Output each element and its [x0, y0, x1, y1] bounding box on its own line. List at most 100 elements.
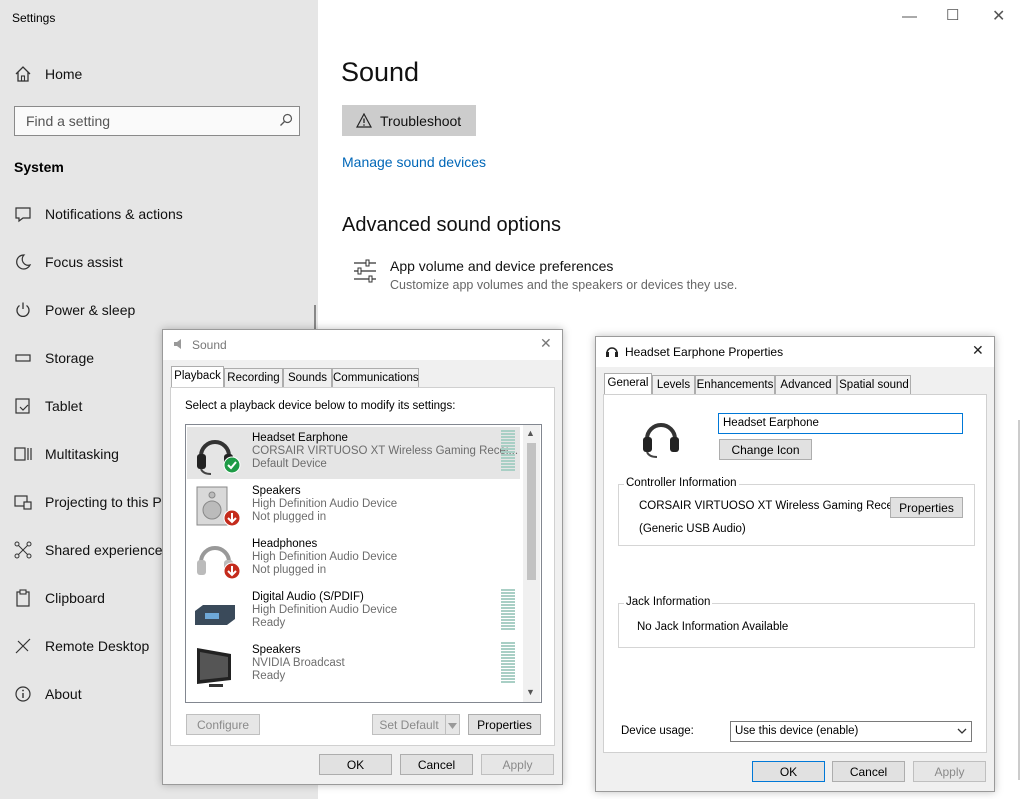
- device-name-input[interactable]: Headset Earphone: [718, 413, 963, 434]
- main-scrollbar[interactable]: [1018, 420, 1020, 780]
- device-status: Default Device: [252, 458, 327, 470]
- app-title: Settings: [12, 11, 56, 25]
- warning-icon: [356, 113, 372, 128]
- info-icon: [15, 686, 31, 702]
- nav-item-projecting[interactable]: Projecting to this PC: [45, 494, 172, 510]
- remote-desktop-icon: [15, 638, 31, 654]
- nav-item-storage[interactable]: Storage: [45, 350, 94, 366]
- set-default-button[interactable]: Set Default: [372, 714, 446, 735]
- troubleshoot-button[interactable]: Troubleshoot: [342, 105, 476, 136]
- multitasking-icon: [14, 447, 32, 461]
- minimize-button[interactable]: —: [902, 8, 917, 25]
- sound-dialog-title: Sound: [192, 338, 227, 352]
- unplugged-icon: [223, 562, 241, 580]
- playback-instruction: Select a playback device below to modify…: [185, 400, 456, 412]
- section-title: System: [14, 159, 64, 175]
- nav-item-multitasking[interactable]: Multitasking: [45, 446, 119, 462]
- nav-item-power-sleep[interactable]: Power & sleep: [45, 302, 135, 318]
- nav-item-notifications[interactable]: Notifications & actions: [45, 206, 183, 222]
- device-row-speakers[interactable]: Speakers High Definition Audio Device No…: [187, 480, 520, 532]
- nav-home[interactable]: Home: [45, 66, 82, 82]
- controller-driver: (Generic USB Audio): [639, 523, 746, 535]
- configure-button[interactable]: Configure: [186, 714, 260, 735]
- nav-item-about[interactable]: About: [45, 686, 82, 702]
- tab-spatial-sound[interactable]: Spatial sound: [837, 375, 911, 395]
- sound-close-button[interactable]: ✕: [540, 335, 552, 352]
- tab-levels[interactable]: Levels: [652, 375, 695, 395]
- sound-cancel-button[interactable]: Cancel: [400, 754, 473, 775]
- device-usage-select[interactable]: Use this device (enable): [730, 721, 972, 742]
- nav-item-focus-assist[interactable]: Focus assist: [45, 254, 123, 270]
- device-status: Ready: [252, 617, 286, 629]
- device-name: Speakers: [252, 485, 301, 497]
- device-list: Headset Earphone CORSAIR VIRTUOSO XT Wir…: [185, 424, 542, 703]
- device-row-headset[interactable]: Headset Earphone CORSAIR VIRTUOSO XT Wir…: [187, 427, 520, 479]
- projecting-icon: [14, 495, 32, 510]
- headset-small-icon: [606, 347, 618, 357]
- sidebar-scrollbar[interactable]: [314, 305, 316, 330]
- tab-recording[interactable]: Recording: [224, 368, 283, 388]
- maximize-button[interactable]: ☐: [946, 6, 959, 24]
- jack-group-label: Jack Information: [624, 596, 713, 608]
- tab-communications[interactable]: Communications: [332, 368, 419, 388]
- sound-ok-button[interactable]: OK: [319, 754, 392, 775]
- device-name: Headset Earphone: [252, 432, 348, 444]
- scroll-up-icon[interactable]: ▲: [526, 428, 535, 438]
- set-default-dropdown[interactable]: [445, 714, 460, 735]
- receiver-icon: [195, 605, 235, 625]
- properties-cancel-button[interactable]: Cancel: [832, 761, 905, 782]
- home-icon: [15, 66, 31, 82]
- nav-item-clipboard[interactable]: Clipboard: [45, 590, 105, 606]
- chevron-down-icon: [448, 723, 457, 729]
- device-row-speakers-nvidia[interactable]: Speakers NVIDIA Broadcast Ready: [187, 639, 520, 691]
- unplugged-icon: [223, 509, 241, 527]
- device-subtitle: CORSAIR VIRTUOSO XT Wireless Gaming Rece…: [252, 445, 519, 457]
- storage-icon: [15, 354, 31, 362]
- device-subtitle: High Definition Audio Device: [252, 604, 398, 616]
- volume-meter: [501, 642, 515, 684]
- clipboard-icon: [16, 589, 30, 607]
- properties-dialog-title: Headset Earphone Properties: [625, 345, 784, 359]
- headset-device-icon: [643, 423, 679, 458]
- controller-properties-button[interactable]: Properties: [890, 497, 963, 518]
- manage-sound-devices-link[interactable]: Manage sound devices: [342, 154, 486, 170]
- controller-group: Controller Information CORSAIR VIRTUOSO …: [618, 477, 975, 546]
- properties-dialog: Headset Earphone Properties ✕ General Le…: [595, 336, 995, 792]
- device-properties-button[interactable]: Properties: [468, 714, 541, 735]
- device-list-scrollbar[interactable]: ▲ ▼: [523, 425, 540, 702]
- device-row-headphones[interactable]: Headphones High Definition Audio Device …: [187, 533, 520, 585]
- close-button[interactable]: ✕: [992, 6, 1005, 26]
- device-status: Ready: [252, 670, 286, 682]
- scroll-down-icon[interactable]: ▼: [526, 687, 535, 697]
- scroll-thumb[interactable]: [527, 443, 536, 580]
- device-row-digital-audio[interactable]: Digital Audio (S/PDIF) High Definition A…: [187, 586, 520, 638]
- jack-group: Jack Information No Jack Information Ava…: [618, 596, 975, 648]
- nav-item-shared-experiences[interactable]: Shared experiences: [45, 542, 170, 558]
- tab-enhancements[interactable]: Enhancements: [695, 375, 775, 395]
- nav-item-remote-desktop[interactable]: Remote Desktop: [45, 638, 149, 654]
- sound-apply-button[interactable]: Apply: [481, 754, 554, 775]
- tab-playback[interactable]: Playback: [171, 366, 224, 388]
- properties-apply-button[interactable]: Apply: [913, 761, 986, 782]
- search-input[interactable]: Find a setting: [14, 106, 300, 136]
- sound-dialog: Sound ✕ Playback Recording Sounds Commun…: [162, 329, 563, 785]
- device-status: Not plugged in: [252, 564, 327, 576]
- tab-general[interactable]: General: [604, 373, 652, 395]
- tablet-icon: [15, 398, 30, 414]
- properties-ok-button[interactable]: OK: [752, 761, 825, 782]
- app-volume-link[interactable]: App volume and device preferences: [390, 258, 613, 274]
- advanced-sound-title: Advanced sound options: [342, 214, 562, 236]
- notifications-icon: [15, 207, 31, 223]
- sliders-icon: [354, 259, 376, 283]
- tab-advanced[interactable]: Advanced: [775, 375, 837, 395]
- shared-icon: [14, 541, 32, 559]
- default-check-icon: [223, 456, 241, 474]
- troubleshoot-label: Troubleshoot: [380, 113, 462, 129]
- change-icon-button[interactable]: Change Icon: [719, 439, 812, 460]
- device-subtitle: High Definition Audio Device: [252, 498, 398, 510]
- playback-panel: Select a playback device below to modify…: [170, 387, 555, 746]
- properties-close-button[interactable]: ✕: [972, 342, 984, 359]
- tab-sounds[interactable]: Sounds: [283, 368, 332, 388]
- page-title: Sound: [341, 57, 420, 87]
- nav-item-tablet[interactable]: Tablet: [45, 398, 82, 414]
